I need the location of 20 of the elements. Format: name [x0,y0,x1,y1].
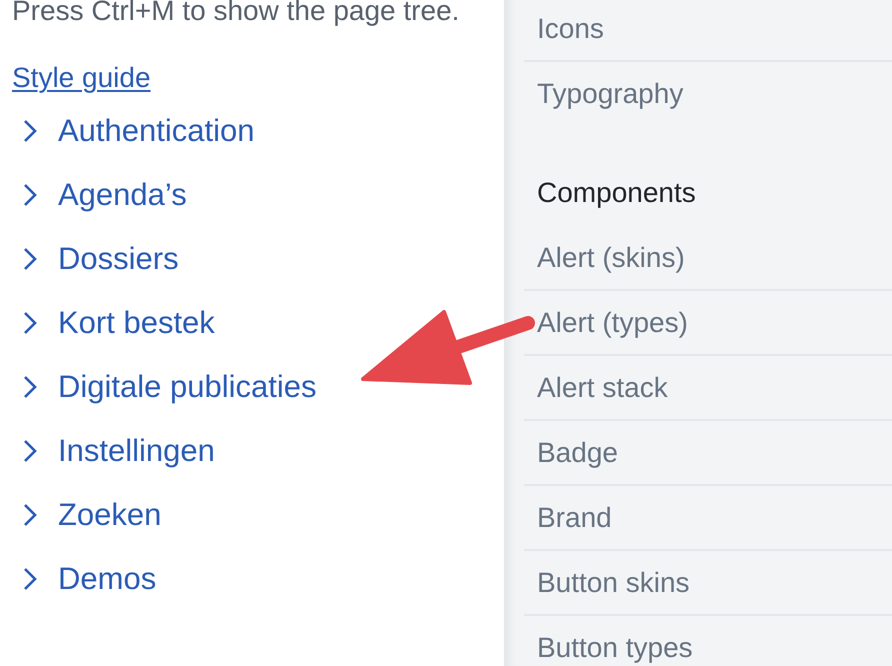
page-link[interactable]: Style guide [12,61,151,95]
tree-item[interactable]: Digitale publicaties [12,355,316,419]
tree-item[interactable]: Agenda’s [12,163,187,227]
tree-item[interactable]: Authentication [12,99,254,163]
tree-item[interactable]: Zoeken [12,483,162,547]
nav-link[interactable]: Typography [524,60,892,125]
hint-text: Press Ctrl+M to show the page tree. [12,0,460,25]
tree-item[interactable]: Dossiers [12,227,179,291]
nav-link[interactable]: Brand [524,484,892,549]
nav-link[interactable]: Alert stack [524,354,892,419]
tree-item[interactable]: Kort bestek [12,291,215,355]
nav-link[interactable]: Icons [524,0,892,60]
nav-link[interactable]: Alert (types) [524,289,892,354]
nav-link[interactable]: Badge [524,419,892,484]
nav-link[interactable]: Alert (skins) [524,226,892,289]
nav-link[interactable]: Button skins [524,549,892,614]
section-heading: Components [536,176,697,210]
tree-item[interactable]: Demos [12,547,156,611]
tree-item[interactable]: Instellingen [12,419,215,483]
nav-link[interactable]: Button types [524,614,892,666]
